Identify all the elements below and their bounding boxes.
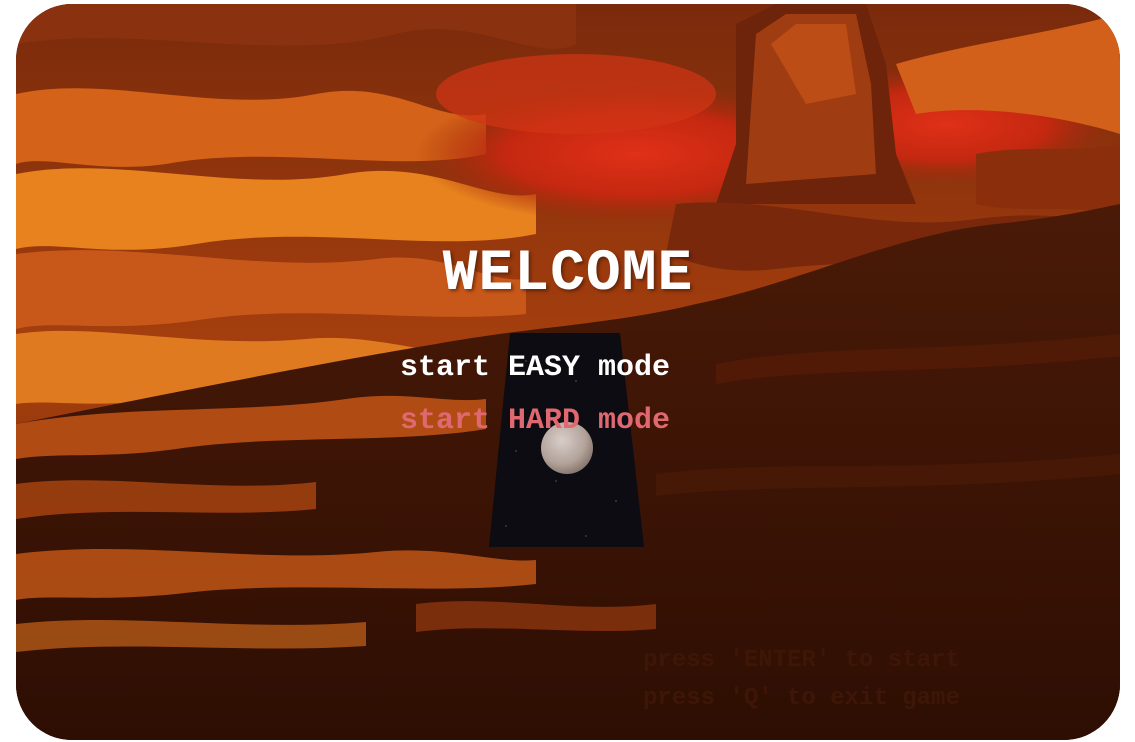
- start-hard-mode-option[interactable]: start HARD mode: [400, 395, 670, 448]
- quit-hint-text: press 'Q' to exit game: [643, 685, 960, 712]
- game-window: WELCOME start EASY mode start HARD mode …: [16, 4, 1120, 740]
- main-menu: start EASY mode start HARD mode: [400, 342, 670, 448]
- start-easy-mode-option[interactable]: start EASY mode: [400, 342, 670, 395]
- enter-hint-text: press 'ENTER' to start: [643, 647, 960, 674]
- page-title: WELCOME: [442, 242, 694, 307]
- controls-hint: press 'ENTER' to start press 'Q' to exit…: [643, 642, 960, 718]
